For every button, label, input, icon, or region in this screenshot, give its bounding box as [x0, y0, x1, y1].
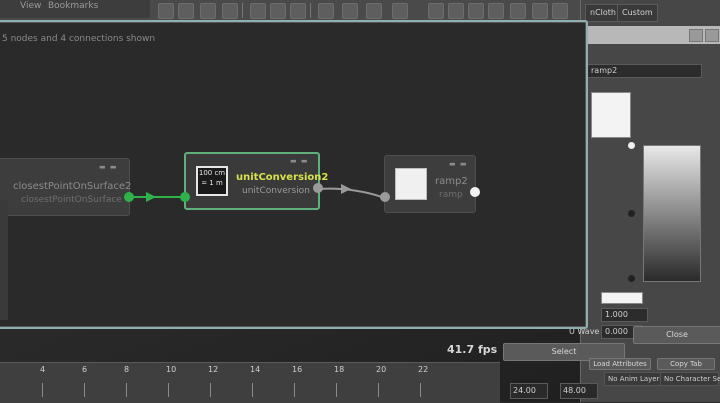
range-start-field[interactable]: 24.00: [510, 383, 548, 399]
layout-icon[interactable]: [342, 3, 358, 19]
node-display-icon[interactable]: ▬ ▬: [449, 160, 467, 168]
arrow-icon: [146, 192, 156, 202]
node-name-field[interactable]: ramp2: [587, 64, 702, 78]
brush-icon[interactable]: [250, 3, 266, 19]
fps-readout: 41.7 fps: [447, 343, 498, 356]
node-title: closestPointOnSurface2: [13, 181, 132, 192]
node-closest-point[interactable]: ▬ ▬ closestPointOnSurface2 closestPointO…: [0, 158, 132, 216]
ramp-texture-swatch: [395, 168, 427, 200]
tick-label: 8: [124, 365, 130, 374]
tick-mark: [294, 383, 295, 397]
tick-label: 12: [208, 365, 219, 374]
menu-view[interactable]: View: [20, 1, 41, 11]
node-subtitle: closestPointOnSurface: [21, 195, 122, 205]
node-title: unitConversion2: [236, 172, 329, 183]
position-field[interactable]: 1.000: [601, 308, 648, 322]
tab-custom[interactable]: Custom: [617, 4, 658, 22]
focus-icon[interactable]: [689, 29, 703, 42]
tick-label: 20: [376, 365, 387, 374]
unit-icon-top-text: 100 cm: [198, 169, 226, 177]
tick-mark: [420, 383, 421, 397]
ramp-handle-mid[interactable]: [628, 210, 635, 217]
settings-icon[interactable]: [552, 3, 568, 19]
output-port[interactable]: [470, 187, 480, 197]
node-ramp[interactable]: ▬ ▬ ramp2 ramp: [384, 155, 476, 213]
tick-label: 16: [292, 365, 303, 374]
color-icon[interactable]: [510, 3, 526, 19]
node-subtitle: ramp: [439, 190, 463, 200]
output-port[interactable]: [313, 183, 323, 193]
eye-icon[interactable]: [468, 3, 484, 19]
tick-mark: [252, 383, 253, 397]
input-port[interactable]: [380, 192, 390, 202]
bookmark-icon[interactable]: [366, 3, 382, 19]
filter-icon[interactable]: [532, 3, 548, 19]
ramp-handle-top[interactable]: [628, 142, 635, 149]
node-subtitle: unitConversion: [242, 186, 310, 196]
tick-mark: [42, 383, 43, 397]
attribute-editor: nCloth Custom ramp2 1.000 U Wave 0.000 S…: [503, 0, 720, 402]
ramp-gradient[interactable]: [643, 145, 701, 282]
list-icon[interactable]: [392, 3, 408, 19]
grid-icon[interactable]: [448, 3, 464, 19]
arrow-left-icon[interactable]: [200, 3, 216, 19]
swatch-icon[interactable]: [428, 3, 444, 19]
toolbar-divider: [242, 3, 243, 18]
tick-mark: [336, 383, 337, 397]
input-output-icon[interactable]: [178, 3, 194, 19]
ramp-handle-bottom[interactable]: [628, 275, 635, 282]
tick-label: 10: [166, 365, 177, 374]
import-icon[interactable]: [318, 3, 334, 19]
node-display-icon[interactable]: ▬ ▬: [290, 157, 308, 165]
network-icon[interactable]: [290, 3, 306, 19]
node-editor-panel[interactable]: 5 nodes and 4 connections shown ▬ ▬ clos…: [0, 20, 588, 329]
viewport-edge: [0, 200, 8, 320]
tick-mark: [126, 383, 127, 397]
menu-bookmarks[interactable]: Bookmarks: [48, 1, 98, 11]
pin-icon[interactable]: [270, 3, 286, 19]
node-display-icon[interactable]: ▬ ▬: [99, 163, 117, 171]
tick-mark: [84, 383, 85, 397]
graph-icon[interactable]: [158, 3, 174, 19]
close-button[interactable]: Close: [633, 326, 720, 344]
range-end-field[interactable]: 48.00: [560, 383, 598, 399]
tick-label: 18: [334, 365, 345, 374]
palette-icon[interactable]: [488, 3, 504, 19]
selected-color-swatch[interactable]: [601, 292, 643, 304]
tick-label: 6: [82, 365, 88, 374]
node-unit-conversion[interactable]: ▬ ▬ 100 cm = 1 m unitConversion2 unitCon…: [184, 152, 328, 210]
node-title: ramp2: [435, 176, 468, 187]
load-attributes-button[interactable]: Load Attributes: [589, 358, 651, 370]
presets-icon[interactable]: [705, 29, 719, 42]
character-set-field[interactable]: No Character Set: [660, 372, 720, 386]
unit-icon-bottom-text: = 1 m: [201, 179, 223, 187]
tab-ncloth[interactable]: nCloth: [585, 4, 621, 22]
arrow-icon: [341, 184, 351, 194]
toolbar-divider: [310, 3, 311, 18]
tick-mark: [168, 383, 169, 397]
attr-tabs: nCloth Custom: [581, 4, 720, 22]
input-port[interactable]: [180, 192, 190, 202]
output-port[interactable]: [124, 192, 134, 202]
tick-label: 14: [250, 365, 261, 374]
unit-conversion-icon: 100 cm = 1 m: [196, 166, 228, 196]
time-slider[interactable]: 4 6 8 10 12 14 16 18 20 22: [0, 362, 500, 403]
menu-bar: View Bookmarks: [0, 0, 150, 18]
tick-label: 22: [418, 365, 429, 374]
copy-tab-button[interactable]: Copy Tab: [657, 358, 715, 370]
ramp-preview: [591, 92, 631, 138]
tick-mark: [378, 383, 379, 397]
attr-toolbar: [581, 26, 720, 44]
add-node-icon[interactable]: [222, 3, 238, 19]
tick-mark: [210, 383, 211, 397]
tick-label: 4: [40, 365, 46, 374]
connection-line[interactable]: [318, 187, 383, 198]
